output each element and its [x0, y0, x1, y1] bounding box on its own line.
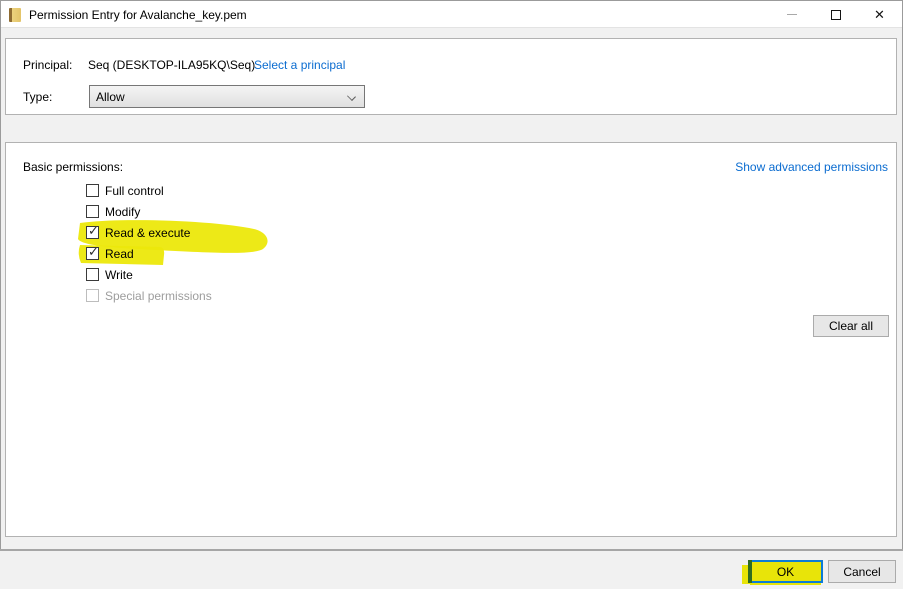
- type-dropdown-value: Allow: [96, 90, 125, 104]
- minimize-icon: [787, 14, 797, 15]
- checkmark-icon: ✓: [88, 224, 99, 237]
- permission-label-special-permissions: Special permissions: [105, 289, 212, 303]
- checkbox-modify[interactable]: [86, 205, 99, 218]
- principal-type-panel: Principal: Seq (DESKTOP-ILA95KQ\Seq) Sel…: [5, 38, 897, 115]
- permission-label-modify[interactable]: Modify: [105, 205, 140, 219]
- show-advanced-permissions-link[interactable]: Show advanced permissions: [735, 160, 888, 174]
- type-dropdown[interactable]: Allow: [89, 85, 365, 108]
- checkbox-write[interactable]: [86, 268, 99, 281]
- close-button[interactable]: ✕: [857, 1, 902, 28]
- ok-button[interactable]: OK: [748, 560, 823, 583]
- maximize-icon: [831, 10, 841, 20]
- permission-label-read-execute[interactable]: Read & execute: [105, 226, 190, 240]
- principal-value: Seq (DESKTOP-ILA95KQ\Seq): [88, 58, 255, 72]
- cancel-button[interactable]: Cancel: [828, 560, 896, 583]
- chevron-down-icon: [347, 92, 356, 101]
- clear-all-button[interactable]: Clear all: [813, 315, 889, 337]
- permissions-file-icon: [9, 8, 21, 22]
- type-label: Type:: [23, 90, 52, 104]
- basic-permissions-label: Basic permissions:: [23, 160, 123, 174]
- select-a-principal-link[interactable]: Select a principal: [254, 58, 345, 72]
- checkmark-icon: ✓: [88, 245, 99, 258]
- checkbox-full-control[interactable]: [86, 184, 99, 197]
- yellow-marker-highlights: [6, 143, 898, 538]
- checkbox-read[interactable]: ✓: [86, 247, 99, 260]
- permission-label-full-control[interactable]: Full control: [105, 184, 164, 198]
- principal-label: Principal:: [23, 58, 72, 72]
- title-bar: Permission Entry for Avalanche_key.pem ✕: [1, 1, 902, 28]
- checkbox-special-permissions: [86, 289, 99, 302]
- footer-bar: OK Cancel: [0, 551, 903, 589]
- permission-entry-dialog: Permission Entry for Avalanche_key.pem ✕…: [0, 0, 903, 589]
- basic-permissions-panel: Basic permissions: Show advanced permiss…: [5, 142, 897, 537]
- minimize-button[interactable]: [769, 1, 814, 28]
- checkbox-read-execute[interactable]: ✓: [86, 226, 99, 239]
- close-icon: ✕: [874, 8, 885, 21]
- permission-label-write[interactable]: Write: [105, 268, 133, 282]
- permission-label-read[interactable]: Read: [105, 247, 134, 261]
- maximize-button[interactable]: [813, 1, 858, 28]
- window-title: Permission Entry for Avalanche_key.pem: [29, 8, 247, 22]
